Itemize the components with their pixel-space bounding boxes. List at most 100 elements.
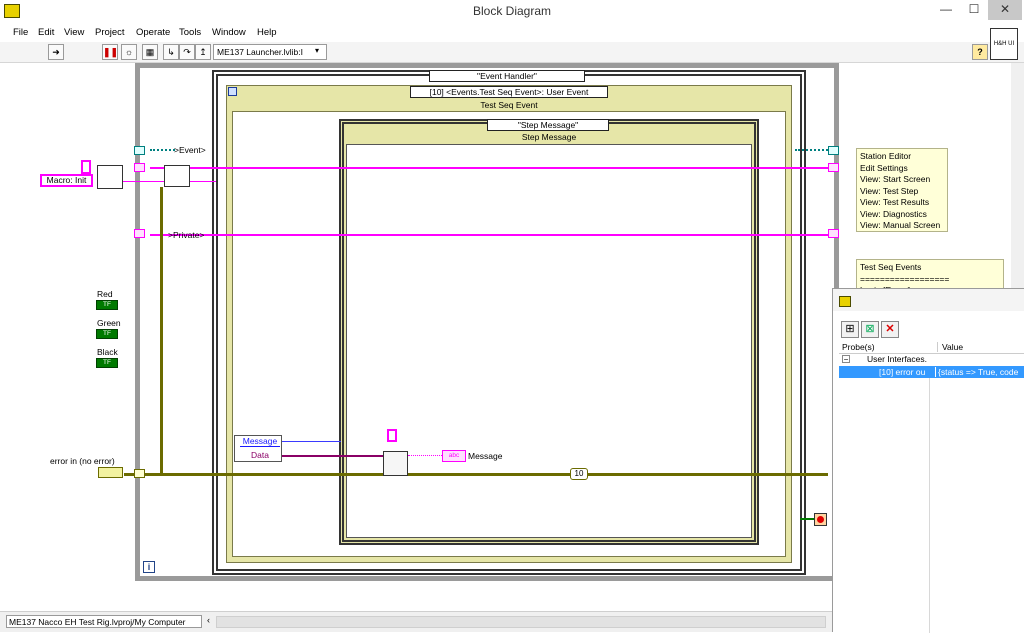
maximize-button[interactable]: ☐ [960,0,988,20]
message-indicator-label: Message [468,451,503,461]
note-line: View: Diagnostics [860,208,927,219]
window-title: Block Diagram [472,4,552,18]
menu-project[interactable]: Project [95,27,125,38]
green-boolean-constant[interactable]: TF [96,329,118,339]
subvi-node[interactable] [383,451,408,476]
shift-register-left [134,146,145,155]
note-line: View: Manual Screen [860,220,941,230]
event-wire [150,167,828,169]
probe-marker[interactable]: 10 [570,468,588,480]
title-bar: Block Diagram — ☐ ✕ [0,0,1024,24]
build-array-node[interactable] [97,165,123,189]
private-wire [150,234,828,236]
event-label: >Event> [174,145,206,155]
highlight-execution-icon[interactable]: ☼ [121,44,137,60]
probe-row-selected[interactable]: [10] error ou {status => True, code [839,366,1024,378]
menu-bar: File Edit View Project Operate Tools Win… [0,24,1024,42]
note-line: Test Seq Events [860,262,922,272]
shift-register-left [134,469,145,478]
stop-icon [817,516,824,523]
menu-operate[interactable]: Operate [136,27,170,38]
delete-probe-icon[interactable]: ✕ [881,321,899,338]
shift-register-left [134,229,145,238]
probe-title-bar [833,289,1024,311]
step-out-icon[interactable]: ↥ [195,44,211,60]
macro-cluster-marker [81,160,91,174]
subvi-input-marker [387,429,397,442]
pause-icon[interactable]: ❚❚ [102,44,118,60]
event-case-title: Test Seq Event [480,100,538,110]
insert-queue-node[interactable] [164,165,190,187]
note-line: Station Editor [860,151,912,161]
teal-event-wire-right [795,149,828,151]
unbundle-message-element: Message [240,436,280,447]
step-message-title: Step Message [521,132,577,142]
vi-icon: H&H UI [990,28,1018,60]
vi-path-field[interactable]: ME137 Launcher.lvlib:I [213,44,327,60]
error-in-terminal[interactable] [98,467,123,478]
retain-wire-values-icon[interactable]: ▦ [142,44,158,60]
menu-window[interactable]: Window [212,27,246,38]
probe-list-header: Probe(s) Value [839,342,1024,354]
minimize-button[interactable]: — [932,0,960,20]
station-commands-note: Station Editor Edit Settings View: Start… [856,148,948,232]
note-line: View: Test Results [860,197,930,207]
loop-iteration-icon: i [143,561,155,573]
shift-register-right [828,146,839,155]
stop-terminal[interactable] [814,513,827,526]
chevron-left-icon[interactable]: ‹ [207,615,210,625]
error-wire [124,473,828,476]
probe-row-value: {status => True, code [935,367,1018,377]
step-over-icon[interactable]: ↷ [179,44,195,60]
new-probe-icon[interactable]: ⊞ [841,321,859,338]
error-wire-vertical [160,187,163,476]
context-help-button[interactable]: ? [972,44,988,60]
stop-wire [800,518,814,520]
black-boolean-constant[interactable]: TF [96,358,118,368]
unbundle-data-element: Data [251,450,269,460]
red-boolean-constant[interactable]: TF [96,300,118,310]
message-out-wire [408,455,442,456]
probe-watch-window[interactable]: ⊞ ⊠ ✕ Probe(s) Value − User Interfaces. … [832,288,1024,633]
menu-view[interactable]: View [64,27,84,38]
project-path: ME137 Nacco EH Test Rig.lvproj/My Comput… [6,615,202,628]
message-wire [281,441,341,442]
probe-row-name: [10] error ou [879,367,926,377]
note-line: ================== [860,273,950,284]
step-into-icon[interactable]: ↳ [163,44,179,60]
note-line: Edit Settings [860,162,908,173]
tree-collapse-icon[interactable]: − [842,355,850,364]
probes-column-header[interactable]: Probe(s) [842,342,875,352]
error-in-label: error in (no error) [50,456,115,466]
toolbar: ➜ ❚❚ ☼ ▦ ↳ ↷ ↥ ME137 Launcher.lvlib:I ▾ … [0,28,1024,63]
close-button[interactable]: ✕ [988,0,1022,20]
event-selector[interactable]: [10] <Events.Test Seq Event>: User Event [410,86,608,98]
green-label: Green [97,318,121,328]
horizontal-scrollbar[interactable] [216,616,826,628]
menu-edit[interactable]: Edit [38,27,54,38]
private-label: >Private> [168,230,205,240]
probe-group-label: User Interfaces. [867,354,927,364]
shift-register-right [828,229,839,238]
step-message-inner [346,144,752,538]
chevron-down-icon[interactable]: ▾ [315,46,319,55]
step-message-case-selector[interactable]: "Step Message" [487,119,609,131]
shift-register-right [828,163,839,172]
shift-register-left [134,163,145,172]
labview-app-icon [839,296,851,307]
note-line: View: Test Step [860,185,919,196]
teal-event-wire [150,149,175,151]
menu-tools[interactable]: Tools [179,27,201,38]
macro-init-constant[interactable]: Macro: Init [40,174,93,187]
menu-file[interactable]: File [13,27,28,38]
event-handler-case-selector[interactable]: "Event Handler" [429,70,585,82]
retain-probe-icon[interactable]: ⊠ [861,321,879,338]
menu-help[interactable]: Help [257,27,277,38]
message-indicator[interactable]: abc [442,450,466,462]
note-line: View: Start Screen [860,174,931,184]
value-column-header[interactable]: Value [937,342,963,352]
probe-column-divider [929,378,930,633]
run-arrow-icon[interactable]: ➜ [48,44,64,60]
event-timeout-icon [228,87,237,96]
red-label: Red [97,289,113,299]
